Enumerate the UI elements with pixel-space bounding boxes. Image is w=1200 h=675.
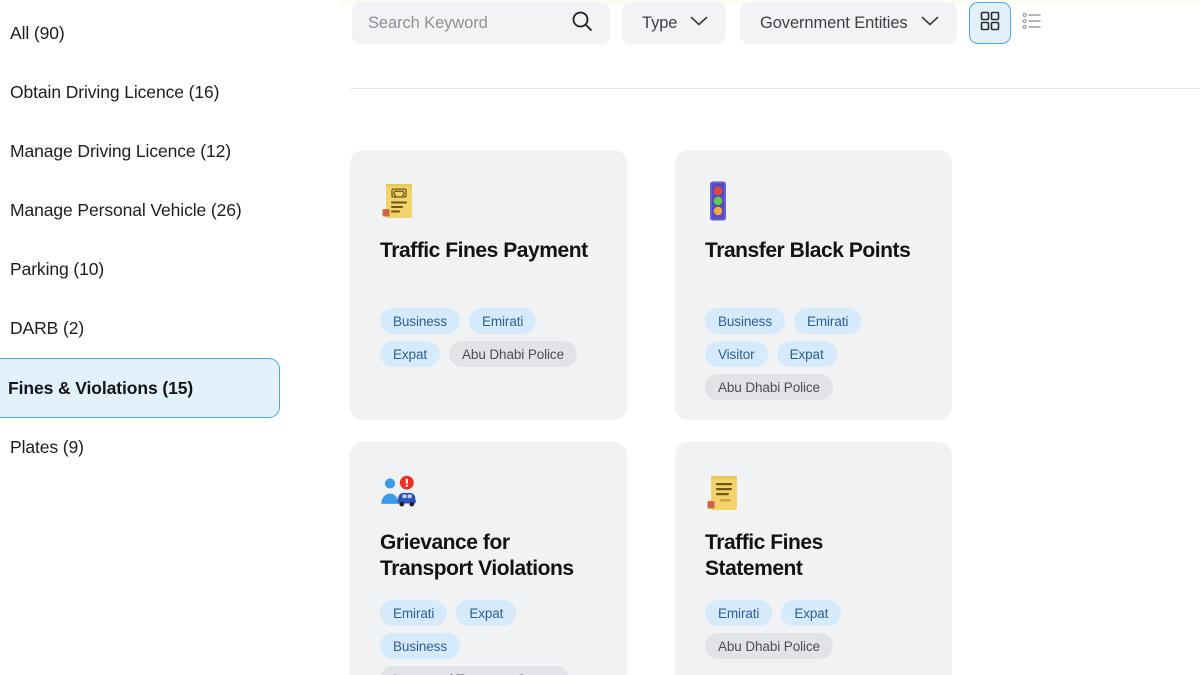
service-card[interactable]: Traffic Fines Statement Emirati Expat Abu D… [675,442,952,675]
audience-tag[interactable]: Visitor [705,341,768,367]
service-card-grid: Traffic Fines Payment Business Emirati Expa… [350,150,1200,675]
person-vehicle-alert-icon [380,472,420,514]
sidebar-item-label: Manage Personal Vehicle (26) [10,200,242,220]
fines-statement-document-icon [705,472,745,514]
filter-toolbar: Search Keyword Type Government Entities [352,2,1200,44]
service-card-tags: Business Emirati Visitor Expat Abu Dhabi Pol… [705,308,922,400]
sidebar-item-label: Plates (9) [10,437,84,457]
sidebar-item-label: Fines & Violations (15) [8,377,194,398]
sidebar-item-darb[interactable]: DARB (2) [0,299,340,358]
traffic-light-icon [710,181,726,221]
service-card-tags: Emirati Expat Business Integrated Transport… [380,600,597,675]
audience-tag[interactable]: Business [705,308,785,334]
service-card[interactable]: Transfer Black Points Business Emirati Visi… [675,150,952,420]
government-entities-filter-dropdown[interactable]: Government Entities [740,2,957,44]
search-icon[interactable] [570,9,594,38]
audience-tag[interactable]: Emirati [468,308,537,334]
audience-tag[interactable]: Expat [776,341,837,367]
audience-tag[interactable]: Expat [380,341,441,367]
chevron-down-icon [921,14,939,32]
service-card-tags: Business Emirati Expat Abu Dhabi Police [380,308,597,367]
entity-tag[interactable]: Abu Dhabi Police [705,374,833,400]
sidebar-item-parking[interactable]: Parking (10) [0,240,340,299]
service-card[interactable]: Grievance for Transport Violations Emirat… [350,442,627,675]
sidebar-item-obtain-driving-licence[interactable]: Obtain Driving Licence (16) [0,63,340,122]
service-card-title: Grievance for Transport Violations [380,531,574,580]
audience-tag[interactable]: Emirati [793,308,862,334]
sidebar-item-manage-driving-licence[interactable]: Manage Driving Licence (12) [0,122,340,181]
grid-view-icon [980,11,1000,36]
list-view-icon [1022,11,1042,36]
grid-view-button[interactable] [969,2,1011,44]
traffic-fine-document-icon [380,180,420,222]
view-mode-toggle [969,2,1053,44]
service-card[interactable]: Traffic Fines Payment Business Emirati Expa… [350,150,627,420]
sidebar-item-manage-personal-vehicle[interactable]: Manage Personal Vehicle (26) [0,181,340,240]
sidebar-item-fines-violations[interactable]: Fines & Violations (15) [0,358,280,418]
audience-tag[interactable]: Expat [781,600,842,626]
sidebar-item-plates[interactable]: Plates (9) [0,418,340,477]
services-catalog-page: All (90) Obtain Driving Licence (16) Manag… [0,0,1200,675]
audience-tag[interactable]: Business [380,308,460,334]
sidebar-item-all[interactable]: All (90) [0,4,340,63]
government-entities-filter-label: Government Entities [760,13,908,32]
sidebar-item-label: All (90) [10,23,65,43]
category-sidebar: All (90) Obtain Driving Licence (16) Manag… [0,0,340,675]
search-input-text[interactable]: Search Keyword [368,14,570,33]
service-card-tags: Emirati Expat Abu Dhabi Police [705,600,922,659]
audience-tag[interactable]: Emirati [705,600,773,626]
type-filter-dropdown[interactable]: Type [622,2,727,44]
type-filter-label: Type [642,13,678,32]
service-card-title: Transfer Black Points [705,239,911,262]
sidebar-item-label: Manage Driving Licence (12) [10,141,232,161]
audience-tag[interactable]: Business [380,633,460,659]
service-card-title: Traffic Fines Statement [705,531,823,580]
fines-statement-document-icon [707,476,737,510]
sidebar-item-label: DARB (2) [10,318,85,338]
traffic-fine-document-icon [382,184,412,218]
audience-tag[interactable]: Emirati [380,600,448,626]
toolbar-divider [350,88,1200,89]
chevron-down-icon [690,14,708,32]
entity-tag[interactable]: Abu Dhabi Police [705,633,833,659]
entity-tag[interactable]: Integrated Transport Center [380,666,570,675]
traffic-light-icon [705,180,745,222]
entity-tag[interactable]: Abu Dhabi Police [449,341,577,367]
person-vehicle-alert-icon [381,475,416,507]
sidebar-item-label: Obtain Driving Licence (16) [10,82,220,102]
sidebar-item-label: Parking (10) [10,259,105,279]
service-card-title: Traffic Fines Payment [380,239,588,262]
audience-tag[interactable]: Expat [456,600,517,626]
search-input[interactable]: Search Keyword [352,2,610,44]
list-view-button[interactable] [1011,2,1053,44]
